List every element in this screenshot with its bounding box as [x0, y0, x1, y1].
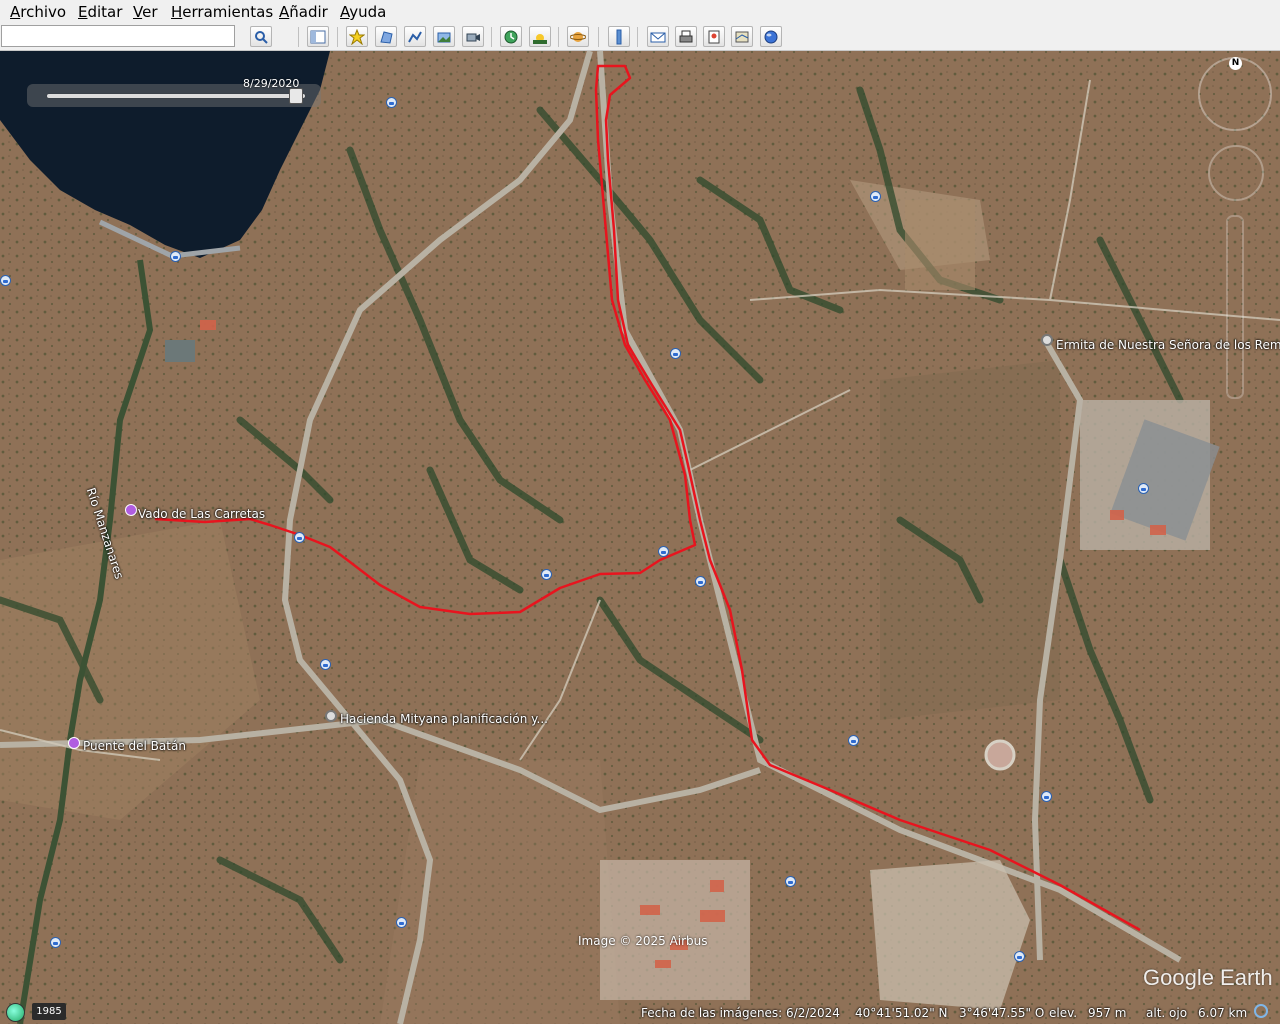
place-pin[interactable] [320, 659, 331, 670]
google-earth-logo: Google Earth [1143, 965, 1273, 990]
timeline-thumb[interactable] [289, 88, 303, 104]
place-pin[interactable] [848, 735, 859, 746]
place-pin[interactable] [670, 348, 681, 359]
eye-altitude-value: 6.07 km [1198, 1006, 1248, 1020]
eye-altitude-label: alt. ojo [1146, 1006, 1188, 1020]
gallery-icon [764, 30, 778, 43]
sidebar-toggle-icon [310, 30, 326, 43]
toolbar-divider [598, 27, 599, 47]
search-button[interactable] [250, 26, 272, 47]
ruler-button[interactable] [608, 26, 630, 47]
sidebar-toggle-button[interactable] [307, 26, 329, 47]
place-pin[interactable] [1138, 483, 1149, 494]
ruler-icon [616, 29, 622, 44]
print-icon [679, 30, 693, 42]
globe-icon[interactable] [6, 1003, 25, 1022]
image-overlay-icon [437, 32, 451, 42]
place-pin[interactable] [658, 546, 669, 557]
longitude-readout: 3°46'47.55" O [959, 1006, 1045, 1020]
route-path[interactable] [0, 51, 1280, 1024]
email-icon [650, 32, 666, 42]
menu-anadir[interactable]: Añadir [279, 3, 328, 21]
menu-herramientas[interactable]: Herramientas [171, 3, 273, 21]
menu-ver[interactable]: Ver [133, 3, 158, 21]
place-pin[interactable] [294, 532, 305, 543]
historical-imagery-button[interactable] [500, 26, 522, 47]
timeline-date: 8/29/2020 [243, 77, 300, 90]
email-button[interactable] [647, 26, 669, 47]
toolbar-divider [637, 27, 638, 47]
placemark-icon [349, 28, 365, 45]
save-image-button[interactable] [703, 26, 725, 47]
menu-ayuda[interactable]: Ayuda [340, 3, 386, 21]
place-pin[interactable] [541, 569, 552, 580]
toolbar-divider [558, 27, 559, 47]
ermita-marker-icon[interactable] [1041, 334, 1053, 346]
label-hacienda[interactable]: Hacienda Mityana planificación y... [340, 712, 548, 726]
elevation-value: 957 m [1088, 1006, 1127, 1020]
imagery-year-badge[interactable]: 1985 [32, 1003, 66, 1020]
look-control[interactable] [1208, 145, 1264, 201]
menu-bar: Archivo Editar Ver Herramientas Añadir A… [0, 0, 1280, 24]
place-pin[interactable] [170, 251, 181, 262]
view-in-maps-icon [735, 31, 749, 42]
toolbar-divider [337, 27, 338, 47]
switch-planet-button[interactable] [567, 26, 589, 47]
loading-icon [1254, 1004, 1268, 1018]
search-icon [255, 30, 268, 44]
imagery-credit: Image © 2025 Airbus [578, 934, 708, 948]
historical-imagery-icon [504, 30, 518, 43]
place-pin[interactable] [50, 937, 61, 948]
sunlight-icon [533, 33, 547, 44]
menu-archivo[interactable]: Archivo [10, 3, 66, 21]
place-pin[interactable] [0, 275, 11, 286]
view-in-maps-button[interactable] [731, 26, 753, 47]
add-polygon-button[interactable] [375, 26, 397, 47]
latitude-readout: 40°41'51.02" N [855, 1006, 948, 1020]
path-icon [408, 31, 422, 42]
add-placemark-button[interactable] [346, 26, 368, 47]
label-puente[interactable]: Puente del Batán [83, 739, 186, 753]
place-pin[interactable] [1041, 791, 1052, 802]
print-button[interactable] [675, 26, 697, 47]
search-input[interactable] [1, 25, 235, 47]
toolbar-divider [491, 27, 492, 47]
label-vado[interactable]: Vado de Las Carretas [138, 507, 265, 521]
label-ermita[interactable]: Ermita de Nuestra Señora de los Rem [1056, 338, 1280, 352]
gallery-button[interactable] [760, 26, 782, 47]
record-tour-icon [466, 33, 480, 41]
place-pin[interactable] [396, 917, 407, 928]
map-view[interactable] [0, 51, 1280, 1024]
timeline-track[interactable] [47, 94, 305, 98]
switch-planet-icon [570, 31, 586, 42]
place-pin[interactable] [785, 876, 796, 887]
toolbar-divider [298, 27, 299, 47]
imagery-date: Fecha de las imágenes: 6/2/2024 [641, 1006, 840, 1020]
zoom-slider[interactable] [1226, 215, 1244, 399]
hacienda-marker-icon[interactable] [325, 710, 337, 722]
place-pin[interactable] [695, 576, 706, 587]
polygon-icon [380, 30, 393, 44]
place-pin[interactable] [386, 97, 397, 108]
save-image-icon [708, 30, 720, 43]
record-tour-button[interactable] [462, 26, 484, 47]
vado-marker-icon[interactable] [125, 504, 137, 516]
place-pin[interactable] [1014, 951, 1025, 962]
puente-marker-icon[interactable] [68, 737, 80, 749]
toolbar [0, 24, 1280, 51]
menu-editar[interactable]: Editar [78, 3, 122, 21]
elevation-label: elev. [1049, 1006, 1078, 1020]
north-indicator[interactable]: N [1229, 57, 1242, 70]
image-overlay-button[interactable] [433, 26, 455, 47]
sunlight-button[interactable] [529, 26, 551, 47]
place-pin[interactable] [870, 191, 881, 202]
add-path-button[interactable] [404, 26, 426, 47]
